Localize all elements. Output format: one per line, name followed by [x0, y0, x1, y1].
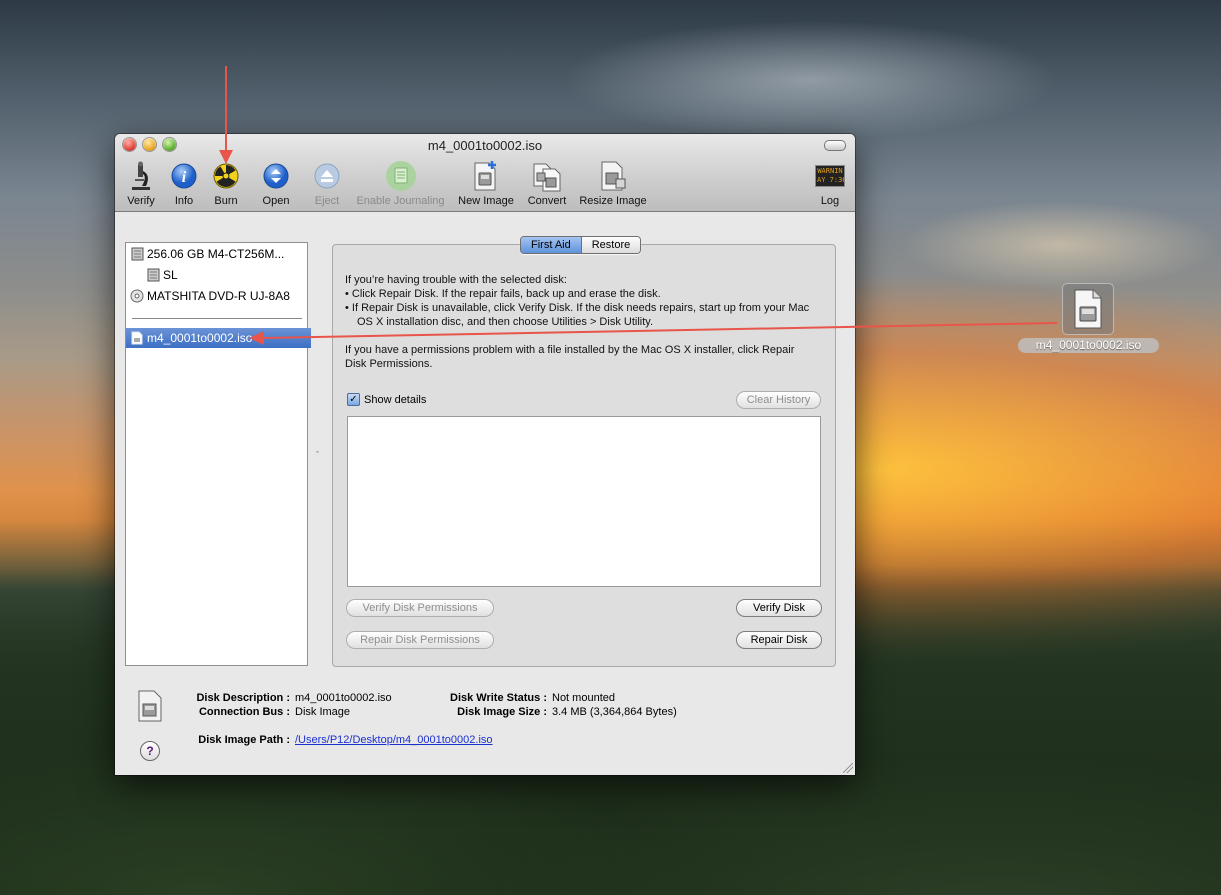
toolbar-label: Enable Journaling — [356, 195, 445, 207]
tab-bar: First Aid Restore — [520, 236, 642, 254]
sidebar-item-disk-image[interactable]: m4_0001to0002.iso — [126, 328, 311, 348]
toolbar-label: New Image — [458, 195, 514, 207]
sidebar-item-label: 256.06 GB M4-CT256M... — [147, 247, 285, 261]
sidebar-separator — [132, 318, 302, 319]
svg-text:i: i — [182, 169, 187, 186]
disk-image-file-icon — [1074, 289, 1102, 329]
desktop-iso-file-label[interactable]: m4_0001to0002.iso — [1018, 338, 1159, 353]
info-button[interactable]: i Info — [169, 160, 199, 207]
show-details-label: Show details — [364, 393, 427, 406]
open-icon — [263, 163, 289, 189]
resize-image-button[interactable]: Resize Image — [577, 160, 649, 207]
split-view-handle[interactable]: ˆ — [316, 450, 319, 460]
hard-disk-icon — [130, 247, 144, 261]
first-aid-instructions: If you’re having trouble with the select… — [345, 273, 815, 371]
log-icon: WARNIN AY 7:36 — [815, 165, 845, 187]
disk-write-status-label: Disk Write Status : — [450, 692, 547, 704]
help-bullet: • If Repair Disk is unavailable, click V… — [345, 302, 810, 328]
new-image-icon — [474, 161, 496, 191]
show-details-checkbox[interactable]: ✓ Show details — [347, 393, 426, 406]
optical-disc-icon — [130, 289, 144, 303]
resize-grip[interactable] — [843, 763, 853, 773]
verify-disk-permissions-button[interactable]: Verify Disk Permissions — [346, 599, 494, 617]
title-toolbar-area: m4_0001to0002.iso Verify i Info Burn Ope… — [115, 134, 855, 212]
help-bullet: • Click Repair Disk. If the repair fails… — [345, 288, 661, 300]
sidebar-item-ssd[interactable]: 256.06 GB M4-CT256M... — [126, 244, 311, 264]
connection-bus-value: Disk Image — [295, 706, 351, 718]
disk-image-size-value: 3.4 MB (3,364,864 Bytes) — [552, 706, 677, 718]
window-title: m4_0001to0002.iso — [427, 138, 543, 153]
sidebar-item-label: MATSHITA DVD-R UJ-8A8 — [147, 289, 290, 303]
disk-utility-window: m4_0001to0002.iso Verify i Info Burn Ope… — [115, 134, 855, 775]
log-button[interactable]: WARNIN AY 7:36 Log — [814, 160, 846, 207]
desktop-iso-file[interactable] — [1062, 283, 1114, 335]
resize-image-icon — [601, 161, 626, 191]
disk-write-status-value: Not mounted — [552, 692, 615, 704]
sidebar-item-dvd[interactable]: MATSHITA DVD-R UJ-8A8 — [126, 286, 311, 306]
convert-button[interactable]: Convert — [524, 160, 570, 207]
microscope-icon — [132, 161, 150, 190]
sidebar-item-sl[interactable]: SL — [126, 265, 327, 285]
toolbar-label: Verify — [127, 195, 155, 207]
toolbar-label: Burn — [214, 195, 238, 207]
toolbar-label: Info — [174, 195, 194, 207]
disk-image-icon — [130, 331, 144, 345]
enable-journaling-button[interactable]: Enable Journaling — [353, 160, 448, 207]
disk-description-value: m4_0001to0002.iso — [295, 692, 392, 704]
wallpaper-cloud — [900, 200, 1220, 290]
repair-disk-button[interactable]: Repair Disk — [736, 631, 822, 649]
toolbar-toggle-button[interactable] — [824, 140, 846, 151]
toolbar-label: Resize Image — [579, 195, 647, 207]
toolbar: Verify i Info Burn Open Eject Enable Jou… — [115, 160, 855, 210]
wallpaper-cloud — [560, 20, 1060, 140]
sidebar-item-label: m4_0001to0002.iso — [147, 331, 253, 345]
tab-first-aid[interactable]: First Aid — [521, 237, 582, 253]
eject-button[interactable]: Eject — [312, 160, 342, 207]
help-intro: If you’re having trouble with the select… — [345, 274, 567, 286]
disk-image-size-label: Disk Image Size : — [457, 706, 547, 718]
toolbar-label: Convert — [527, 195, 567, 207]
device-list: 256.06 GB M4-CT256M... SL MATSHITA DVD-R… — [125, 242, 311, 666]
help-permissions: If you have a permissions problem with a… — [345, 344, 795, 370]
verify-disk-button[interactable]: Verify Disk — [736, 599, 822, 617]
eject-icon — [314, 163, 340, 189]
details-log-area[interactable] — [347, 416, 821, 587]
journaling-icon — [385, 161, 416, 191]
connection-bus-label: Connection Bus : — [198, 706, 290, 718]
toolbar-label: Eject — [314, 195, 340, 207]
clear-history-button[interactable]: Clear History — [736, 391, 821, 409]
tab-restore[interactable]: Restore — [581, 237, 641, 253]
sidebar-item-label: SL — [163, 268, 178, 282]
toolbar-label: Log — [820, 195, 840, 207]
verify-button[interactable]: Verify — [124, 160, 158, 207]
checkmark-icon: ✓ — [347, 393, 360, 406]
convert-icon — [533, 163, 561, 192]
info-icon: i — [171, 163, 197, 189]
burn-icon — [213, 163, 239, 189]
new-image-button[interactable]: New Image — [456, 160, 516, 207]
volume-icon — [146, 268, 160, 282]
repair-disk-permissions-button[interactable]: Repair Disk Permissions — [346, 631, 494, 649]
toolbar-label: Open — [262, 195, 290, 207]
open-button[interactable]: Open — [260, 160, 292, 207]
disk-description-label: Disk Description : — [196, 692, 290, 704]
burn-button[interactable]: Burn — [211, 160, 241, 207]
disk-image-path-label: Disk Image Path : — [198, 734, 290, 746]
disk-image-path-link[interactable]: /Users/P12/Desktop/m4_0001to0002.iso — [295, 734, 493, 746]
